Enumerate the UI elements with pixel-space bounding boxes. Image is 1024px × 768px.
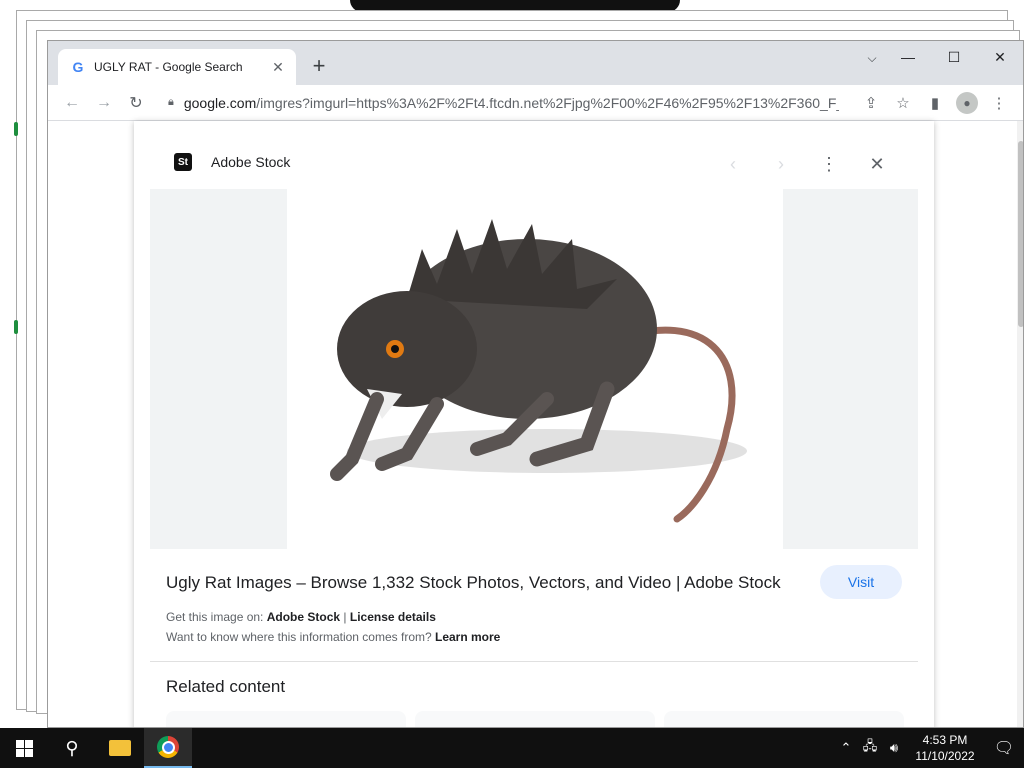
reload-icon[interactable]: ↻ xyxy=(120,89,152,117)
rat-illustration xyxy=(330,219,747,523)
forward-icon[interactable]: → xyxy=(88,89,120,117)
chevron-right-icon[interactable]: › xyxy=(764,147,798,181)
address-path: /imgres?imgurl=https%3A%2F%2Ft4.ftcdn.ne… xyxy=(256,94,839,111)
scrollbar-thumb[interactable] xyxy=(1018,141,1023,327)
license-details-link[interactable]: License details xyxy=(350,610,436,624)
address-host: google.com xyxy=(183,94,257,111)
visit-button[interactable]: Visit xyxy=(820,565,902,599)
clock-time: 4:53 PM xyxy=(922,733,968,747)
back-icon[interactable]: ← xyxy=(56,89,88,117)
tab-ugly-rat[interactable]: G UGLY RAT - Google Search ✕ xyxy=(58,49,296,85)
clock[interactable]: 4:53 PM 11/10/2022 xyxy=(906,732,984,764)
toolbar-actions: ⇪ ☆ ▮ ● ⋮ xyxy=(855,89,1015,117)
windows-start-icon[interactable] xyxy=(0,728,48,768)
network-icon[interactable]: 🖧︎ xyxy=(858,737,882,759)
side-panel-icon[interactable]: ▮ xyxy=(919,89,951,117)
star-icon[interactable]: ☆ xyxy=(887,89,919,117)
maximize-icon[interactable]: ☐ xyxy=(931,41,977,73)
plus-icon[interactable]: + xyxy=(306,53,332,79)
divider xyxy=(150,661,918,662)
background-window-marker xyxy=(14,320,18,334)
close-panel-icon[interactable]: ✕ xyxy=(860,147,894,181)
minimize-icon[interactable]: — xyxy=(885,41,931,73)
adobe-stock-logo: St xyxy=(174,153,192,171)
preview-image[interactable] xyxy=(287,189,783,549)
panel-actions: ‹ › ⋮ ✕ xyxy=(716,147,894,181)
info-source-line: Want to know where this information come… xyxy=(166,630,500,644)
close-icon[interactable]: ✕ xyxy=(270,59,286,76)
search-icon[interactable]: ⚲ xyxy=(48,728,96,768)
profile-icon: ● xyxy=(956,91,978,114)
learn-more-link[interactable]: Learn more xyxy=(435,630,500,644)
tab-search-icon[interactable]: ⌵ xyxy=(859,45,885,71)
window-controls: — ☐ ✕ xyxy=(885,41,1023,73)
background-window-marker xyxy=(14,122,18,136)
source-link[interactable]: Adobe Stock xyxy=(267,610,340,624)
related-thumbnail[interactable] xyxy=(415,711,655,727)
address-bar[interactable]: 🔒︎ google.com /imgres?imgurl=https%3A%2F… xyxy=(158,87,849,118)
separator: | xyxy=(340,610,350,624)
image-carousel xyxy=(150,189,918,549)
clock-date: 11/10/2022 xyxy=(915,749,975,763)
chevron-left-icon[interactable]: ‹ xyxy=(716,147,750,181)
image-title[interactable]: Ugly Rat Images – Browse 1,332 Stock Pho… xyxy=(166,573,781,593)
notification-icon[interactable]: 🗨︎ xyxy=(984,738,1024,758)
page-scrollbar[interactable] xyxy=(1017,121,1023,727)
chrome-window: G UGLY RAT - Google Search ✕ + ⌵ — ☐ ✕ ←… xyxy=(47,40,1024,728)
windows-taskbar: ⚲ ⌃ 🖧︎ 🔊︎ 4:53 PM 11/10/2022 🗨︎ xyxy=(0,728,1024,768)
page-content: St Adobe Stock ‹ › ⋮ ✕ Ugly Rat Images –… xyxy=(48,121,1023,727)
google-favicon: G xyxy=(72,59,84,75)
related-content-heading: Related content xyxy=(166,677,286,696)
profile-button[interactable]: ● xyxy=(951,89,983,117)
kebab-menu-icon[interactable]: ⋮ xyxy=(983,89,1015,117)
system-tray: ⌃ 🖧︎ 🔊︎ 4:53 PM 11/10/2022 🗨︎ xyxy=(834,728,1024,768)
related-thumbnail[interactable] xyxy=(166,711,406,727)
tab-strip: G UGLY RAT - Google Search ✕ + ⌵ — ☐ ✕ xyxy=(48,41,1023,85)
browser-toolbar: ← → ↻ 🔒︎ google.com /imgres?imgurl=https… xyxy=(48,85,1023,121)
chrome-icon[interactable] xyxy=(144,728,192,768)
related-thumbnail[interactable] xyxy=(664,711,904,727)
chevron-up-icon[interactable]: ⌃ xyxy=(834,740,858,756)
more-vert-icon[interactable]: ⋮ xyxy=(812,147,846,181)
image-preview-panel: St Adobe Stock ‹ › ⋮ ✕ Ugly Rat Images –… xyxy=(134,121,934,727)
image-source-line: Get this image on: Adobe Stock | License… xyxy=(166,610,436,624)
panel-header: St Adobe Stock ‹ › ⋮ ✕ xyxy=(134,121,934,191)
volume-icon[interactable]: 🔊︎ xyxy=(882,740,906,756)
share-icon[interactable]: ⇪ xyxy=(855,89,887,117)
source-name[interactable]: Adobe Stock xyxy=(211,154,290,170)
get-image-prefix: Get this image on: xyxy=(166,610,267,624)
window-close-icon[interactable]: ✕ xyxy=(977,41,1023,73)
lock-icon[interactable]: 🔒︎ xyxy=(168,96,174,109)
info-prefix: Want to know where this information come… xyxy=(166,630,435,644)
tab-title: UGLY RAT - Google Search xyxy=(94,60,243,74)
file-explorer-icon[interactable] xyxy=(96,728,144,768)
